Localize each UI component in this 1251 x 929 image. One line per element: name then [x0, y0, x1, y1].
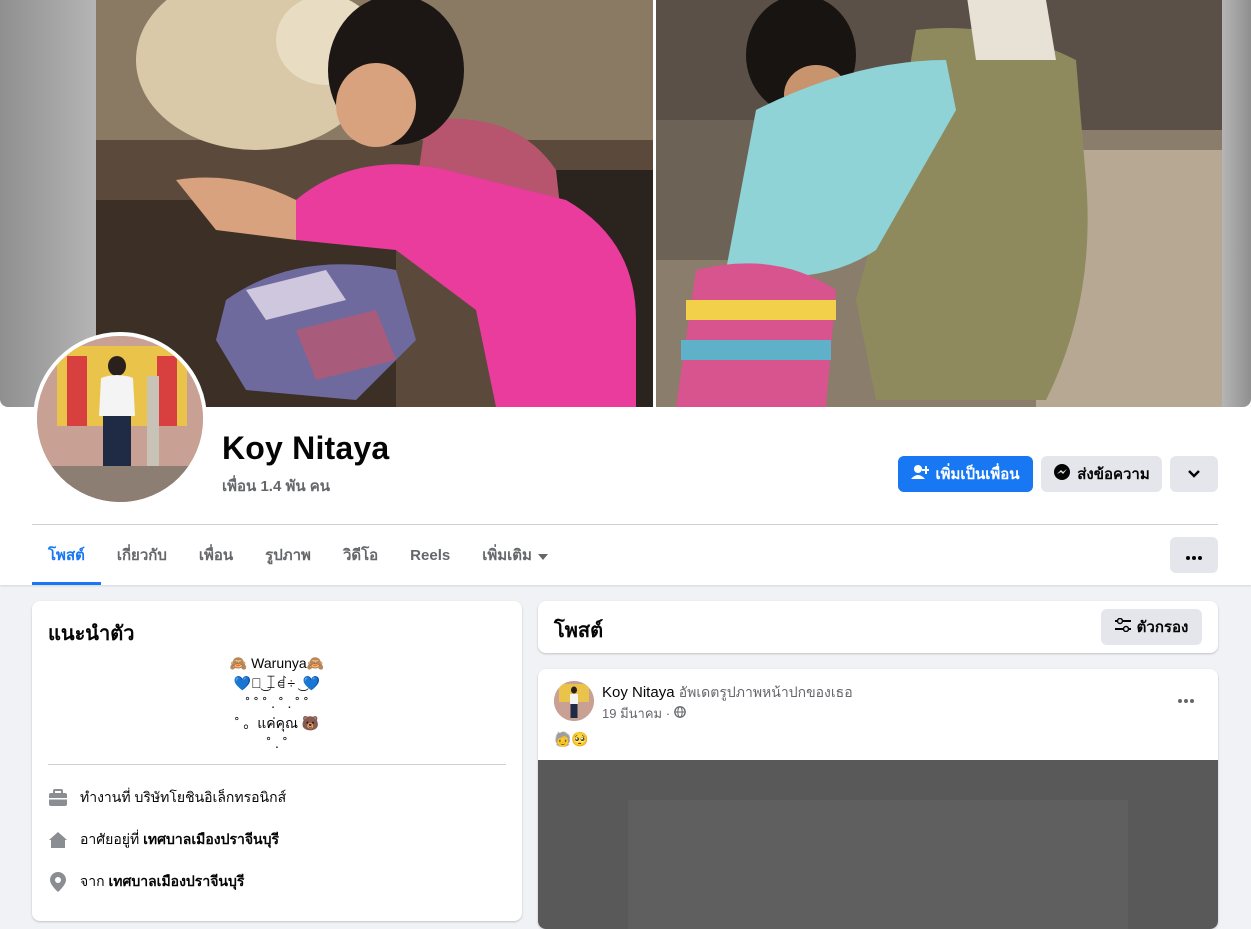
- post-text: 🧓🥺: [554, 731, 589, 747]
- work-info: ทำงานที่ บริษัทโยชินอิเล็กทรอนิกส์: [48, 787, 286, 809]
- profile-header: Koy Nitaya เพื่อน 1.4 พัน คน เพิ่มเป็นเพ…: [0, 0, 1251, 585]
- lives-value[interactable]: เทศบาลเมืองปราจีนบุรี: [143, 831, 279, 847]
- add-friend-button[interactable]: เพิ่มเป็นเพื่อน: [898, 456, 1033, 492]
- posts-header-card: โพสต์ ตัวกรอง: [538, 601, 1218, 653]
- lives-info: อาศัยอยู่ที่ เทศบาลเมืองปราจีนบุรี: [48, 829, 279, 851]
- intro-card: แนะนำตัว 🙈 Warunya🙈 💙ꀘ͜ ꀤꀸ÷ ͜ 💙 ˚ ˚ ˚ . …: [32, 601, 522, 921]
- location-pin-icon: [48, 872, 68, 892]
- from-prefix: จาก: [80, 873, 109, 889]
- tab-posts[interactable]: โพสต์: [32, 525, 101, 585]
- globe-icon: [674, 706, 686, 721]
- tab-about[interactable]: เกี่ยวกับ: [101, 525, 183, 585]
- post-card: Koy Nitaya อัพเดตรูปภาพหน้าปกของเธอ 19 ม…: [538, 669, 1218, 929]
- caret-down-icon: [537, 547, 548, 564]
- tab-reels[interactable]: Reels: [394, 525, 466, 585]
- tabs-more-button[interactable]: [1170, 537, 1218, 573]
- tab-more[interactable]: เพิ่มเติม: [466, 525, 564, 585]
- more-icon: [1186, 547, 1202, 564]
- intro-divider: [48, 764, 506, 765]
- tab-label: เพื่อน: [198, 547, 234, 564]
- tab-label: โพสต์: [48, 547, 85, 564]
- bio-line: ˚ ˚ ˚ . ˚ . ˚ ˚: [245, 695, 309, 711]
- post-header-text: Koy Nitaya อัพเดตรูปภาพหน้าปกของเธอ: [602, 682, 853, 704]
- add-friend-label: เพิ่มเป็นเพื่อน: [935, 466, 1020, 483]
- messenger-icon: [1053, 463, 1071, 485]
- profile-name: Koy Nitaya: [222, 430, 390, 466]
- tab-friends[interactable]: เพื่อน: [183, 525, 249, 585]
- post-action: อัพเดตรูปภาพหน้าปกของเธอ: [678, 684, 853, 700]
- bio-line: ˚ . ˚: [266, 735, 288, 751]
- tab-label: วิดีโอ: [342, 547, 379, 564]
- posts-title: โพสต์: [554, 620, 604, 642]
- tab-label: เพิ่มเติม: [482, 547, 532, 564]
- tab-label: Reels: [410, 546, 451, 564]
- chevron-down-icon: [1187, 466, 1201, 483]
- add-friend-icon: [911, 464, 931, 484]
- avatar-ring: [33, 332, 207, 506]
- profile-avatar[interactable]: [37, 336, 203, 502]
- filter-button[interactable]: ตัวกรอง: [1101, 609, 1202, 645]
- tab-photos[interactable]: รูปภาพ: [249, 525, 327, 585]
- message-button[interactable]: ส่งข้อความ: [1041, 456, 1162, 492]
- filter-label: ตัวกรอง: [1136, 619, 1189, 636]
- tab-label: เกี่ยวกับ: [116, 547, 167, 564]
- intro-title: แนะนำตัว: [48, 623, 135, 645]
- post-meta: 19 มีนาคม ·: [602, 703, 686, 724]
- cover-backdrop-right: [1222, 0, 1251, 407]
- bio-line: 🙈 Warunya🙈: [229, 655, 325, 671]
- message-label: ส่งข้อความ: [1077, 466, 1150, 483]
- cover-photo[interactable]: [96, 0, 1222, 407]
- tab-videos[interactable]: วิดีโอ: [327, 525, 394, 585]
- post-image-content: [628, 800, 1128, 929]
- bio-line: 💙ꀘ͜ ꀤꀸ÷ ͜ 💙: [233, 675, 321, 691]
- lives-prefix: อาศัยอยู่ที่: [80, 831, 144, 847]
- work-value[interactable]: บริษัทโยชินอิเล็กทรอนิกส์: [134, 789, 286, 805]
- friends-count[interactable]: เพื่อน 1.4 พัน คน: [222, 474, 330, 498]
- bio-line: ˚ 。แค่คุณ 🐻: [234, 715, 320, 731]
- profile-tabs: โพสต์ เกี่ยวกับ เพื่อน รูปภาพ วิดีโอ Ree…: [32, 525, 564, 585]
- post-more-button[interactable]: [1172, 685, 1200, 713]
- more-icon: [1178, 690, 1194, 708]
- from-info: จาก เทศบาลเมืองปราจีนบุรี: [48, 871, 244, 893]
- from-value[interactable]: เทศบาลเมืองปราจีนบุรี: [108, 873, 244, 889]
- profile-options-button[interactable]: [1170, 456, 1218, 492]
- filter-icon: [1114, 617, 1131, 636]
- post-author-avatar[interactable]: [554, 681, 594, 721]
- tab-label: รูปภาพ: [265, 547, 311, 564]
- post-author-name[interactable]: Koy Nitaya: [602, 684, 675, 701]
- work-prefix: ทำงานที่: [80, 789, 135, 805]
- bio-text: 🙈 Warunya🙈 💙ꀘ͜ ꀤꀸ÷ ͜ 💙 ˚ ˚ ˚ . ˚ . ˚ ˚ ˚…: [48, 653, 506, 753]
- post-date[interactable]: 19 มีนาคม ·: [602, 703, 670, 724]
- briefcase-icon: [48, 788, 68, 808]
- home-icon: [48, 830, 68, 850]
